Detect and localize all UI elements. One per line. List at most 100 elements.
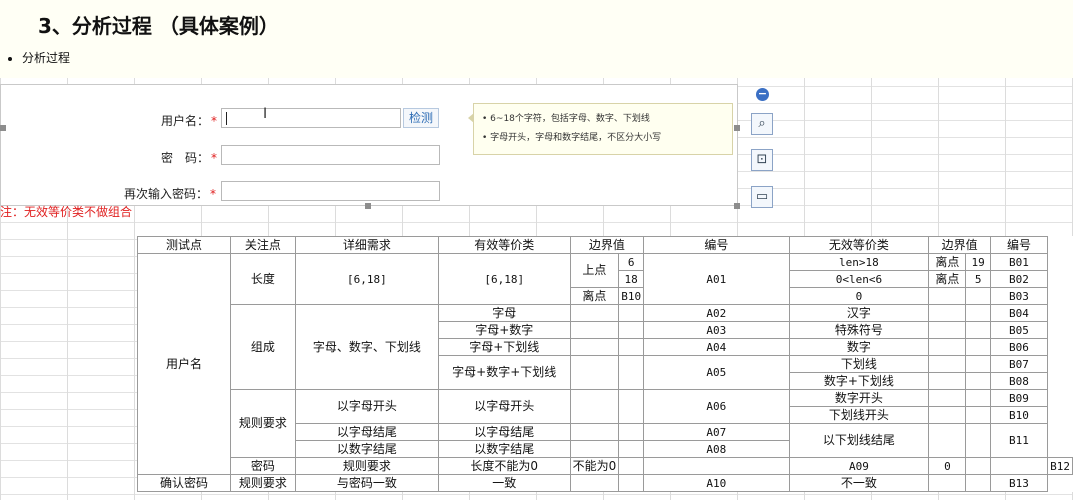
table-cell: 6 (618, 253, 645, 271)
header-cell: 无效等价类 (788, 236, 930, 254)
table-cell: 规则要求 (230, 389, 296, 458)
table-cell: 不一致 (788, 474, 930, 492)
table-cell: B04 (989, 304, 1049, 322)
table-cell: 规则要求 (230, 474, 296, 492)
table-cell (965, 287, 991, 305)
text-caret (226, 112, 227, 125)
table-cell (643, 457, 790, 475)
table-cell (569, 321, 620, 339)
table-cell: B13 (989, 474, 1049, 492)
resize-handle[interactable] (365, 203, 371, 209)
table-cell: A10 (643, 474, 790, 492)
table-cell: 长度 (230, 253, 296, 305)
header-cell: 关注点 (230, 236, 296, 254)
table-cell: 用户名 (136, 253, 232, 475)
bullet-text: 分析过程 (22, 51, 71, 65)
header-cell: 编号 (989, 236, 1049, 254)
crop-icon[interactable]: ⊡ (751, 149, 773, 171)
header-cell: 编号 (643, 236, 790, 254)
table-cell: 以字母结尾 (294, 423, 439, 441)
table-cell: A02 (643, 304, 790, 322)
table-cell (569, 423, 620, 441)
screen-icon[interactable]: ▭ (751, 186, 773, 208)
table-cell: A04 (643, 338, 790, 356)
table-cell: A06 (643, 389, 790, 424)
table-cell (965, 474, 991, 492)
table-cell: 字母+下划线 (437, 338, 571, 356)
required-mark: * (211, 151, 218, 165)
password-label: 密 码： * (161, 151, 218, 165)
table-cell: B12 (1047, 457, 1073, 475)
table-cell (965, 406, 991, 424)
table-cell: 下划线开头 (788, 406, 930, 424)
table-cell: B08 (989, 372, 1049, 390)
table-cell (618, 355, 645, 390)
tooltip-arrow (468, 113, 474, 123)
table-cell: 数字+下划线 (788, 372, 930, 390)
confirm-password-input[interactable] (221, 181, 440, 201)
table-cell: 特殊符号 (788, 321, 930, 339)
table-cell (569, 440, 620, 458)
section-heading: 3、分析过程 （具体案例） (38, 14, 279, 38)
table-cell (618, 304, 645, 322)
table-cell: B02 (989, 270, 1049, 288)
table-cell: 组成 (230, 304, 296, 390)
table-cell: 不能为0 (569, 457, 620, 475)
table-cell: 5 (965, 270, 991, 288)
table-cell (569, 474, 620, 492)
zoom-icon[interactable]: ⌕ (751, 113, 773, 135)
check-button[interactable]: 检测 (403, 108, 439, 128)
table-cell: 确认密码 (136, 474, 232, 492)
table-cell: [6,18] (437, 253, 571, 305)
header-cell: 边界值 (928, 236, 991, 254)
table-cell: 字母+数字+下划线 (437, 355, 571, 390)
table-cell: 一致 (437, 474, 571, 492)
table-cell (965, 457, 991, 475)
table-cell: A07 (643, 423, 790, 441)
table-cell: A05 (643, 355, 790, 390)
username-input[interactable] (221, 108, 401, 128)
resize-handle[interactable] (734, 203, 740, 209)
required-mark: * (211, 114, 218, 128)
table-cell (928, 338, 967, 356)
table-cell: A01 (643, 253, 790, 305)
table-cell: 规则要求 (294, 457, 439, 475)
table-cell: B06 (989, 338, 1049, 356)
table-cell (618, 440, 645, 458)
confirm-password-label: 再次输入密码： * (124, 187, 217, 201)
hint-line-2: • 字母开头，字母和数字结尾，不区分大小写 (482, 133, 662, 143)
table-cell: 字母 (437, 304, 571, 322)
table-cell: 密码 (230, 457, 296, 475)
table-cell: B09 (989, 389, 1049, 407)
table-cell: 以数字结尾 (294, 440, 439, 458)
table-cell: 19 (965, 253, 991, 271)
table-cell (928, 474, 967, 492)
table-cell (965, 304, 991, 322)
table-cell (928, 355, 967, 373)
password-input[interactable] (221, 145, 440, 165)
table-cell: 数字 (788, 338, 930, 356)
table-cell (928, 406, 967, 424)
table-cell: 0 (788, 287, 930, 305)
table-cell: 以下划线结尾 (788, 423, 930, 458)
table-cell: 以字母结尾 (437, 423, 571, 441)
resize-handle[interactable] (0, 125, 6, 131)
table-cell: 长度不能为0 (437, 457, 571, 475)
table-cell (965, 355, 991, 373)
table-cell (569, 389, 620, 424)
table-cell: B01 (989, 253, 1049, 271)
minus-icon[interactable]: − (756, 88, 769, 101)
table-cell (618, 474, 645, 492)
table-cell (965, 372, 991, 390)
table-cell: B11 (989, 423, 1049, 458)
table-cell: 0<len<6 (788, 270, 930, 288)
table-cell: 汉字 (788, 304, 930, 322)
note-text: 注：无效等价类不做组合 (0, 205, 133, 219)
resize-handle[interactable] (734, 125, 740, 131)
table-cell (965, 338, 991, 356)
table-cell (618, 423, 645, 441)
table-cell: 以字母开头 (437, 389, 571, 424)
table-cell: 离点 (928, 270, 967, 288)
header-cell: 测试点 (136, 236, 232, 254)
table-cell: 数字开头 (788, 389, 930, 407)
